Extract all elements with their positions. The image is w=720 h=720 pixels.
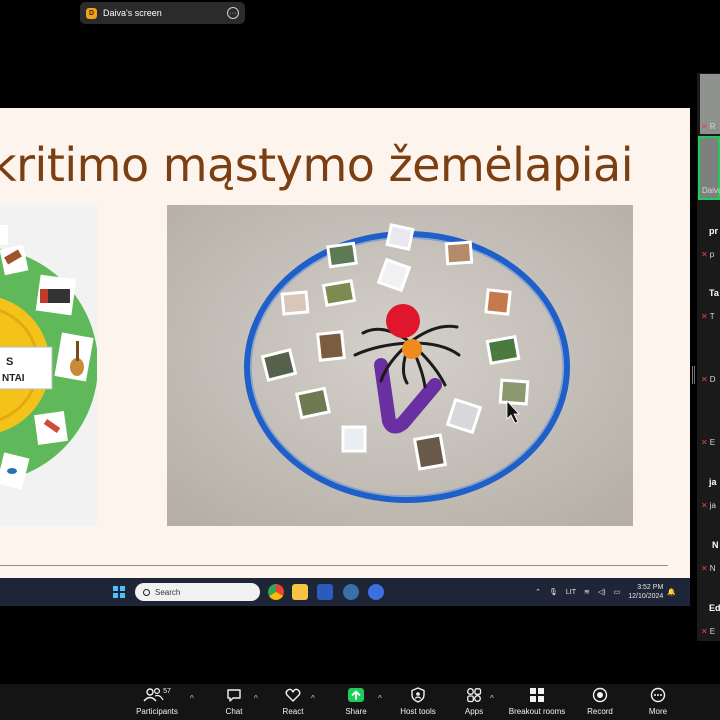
- participant-tile-1-label: ✕ R: [701, 122, 715, 131]
- participants-icon: [143, 687, 164, 702]
- more-button[interactable]: More: [642, 684, 674, 720]
- presenter-label: Daiva's screen: [103, 8, 162, 18]
- record-button[interactable]: Record: [584, 684, 616, 720]
- breakout-rooms-button[interactable]: Breakout rooms: [506, 684, 568, 720]
- left-card-line2: NTAI: [2, 373, 25, 384]
- slide-photo-left: S NTAI: [0, 205, 97, 526]
- participant-label: T: [709, 312, 715, 321]
- taskbar-clock[interactable]: 3:52 PM 12/10/2024: [628, 583, 663, 601]
- participant-label: ja: [709, 501, 716, 510]
- chrome-icon[interactable]: [268, 584, 284, 600]
- muted-mic-icon: ✕: [701, 312, 708, 321]
- participant-tile-6-label: ✕ E: [701, 438, 715, 447]
- share-icon: [348, 688, 364, 702]
- shared-screen: kritimo mąstymo žemėlapiai S NTAI Search…: [0, 108, 690, 606]
- record-icon: [592, 687, 608, 703]
- chat-caret-icon[interactable]: ^: [254, 694, 258, 703]
- participant-label: N: [709, 564, 716, 573]
- participant-name: pr: [709, 226, 718, 236]
- slide-title: kritimo mąstymo žemėlapiai: [0, 138, 634, 192]
- zoom-meeting-window: D Daiva's screen ··· kritimo mąstymo žem…: [0, 0, 720, 720]
- taskbar-time: 3:52 PM: [637, 584, 664, 591]
- more-label: More: [648, 707, 668, 716]
- wifi-icon[interactable]: ≋: [584, 588, 590, 596]
- apps-button[interactable]: Apps: [458, 684, 490, 720]
- host-tools-button[interactable]: Host tools: [396, 684, 440, 720]
- apps-caret-icon[interactable]: ^: [490, 694, 494, 703]
- chat-button[interactable]: Chat: [218, 684, 250, 720]
- slide-photo-thinking-map: [167, 205, 633, 526]
- chat-icon: [227, 689, 241, 702]
- presenter-badge: D: [86, 7, 97, 19]
- chat-label: Chat: [225, 707, 243, 716]
- participant-name: Ta: [709, 288, 719, 298]
- react-label: React: [282, 707, 304, 716]
- participants-button[interactable]: 57 Participants: [134, 684, 180, 720]
- participant-label: p: [709, 250, 715, 259]
- meeting-controls-toolbar: 57 Participants ^ Chat ^ React ^ Share ^…: [0, 684, 720, 720]
- notification-bell-icon[interactable]: 🔔: [667, 588, 676, 596]
- participant-tile-5-label: ✕ D: [701, 375, 715, 384]
- breakout-rooms-label: Breakout rooms: [508, 707, 566, 716]
- participant-tile-9-label: ✕ E: [701, 627, 715, 636]
- apps-label: Apps: [464, 707, 484, 716]
- file-explorer-icon[interactable]: [292, 584, 308, 600]
- remote-taskbar: Search ⌃ 🎙 LIT ≋ ◁) ▭ 3:52 PM 12/10/2024…: [0, 578, 690, 606]
- shield-icon: [411, 687, 425, 703]
- participant-name: Ed: [709, 603, 720, 613]
- muted-mic-icon: ✕: [701, 438, 708, 447]
- host-tools-label: Host tools: [400, 707, 436, 716]
- participant-tile-8-label: ✕ N: [701, 564, 715, 573]
- slide-footer-rule: [0, 565, 668, 566]
- share-label: Share: [345, 707, 367, 716]
- windows-start-icon[interactable]: [113, 586, 125, 598]
- record-label: Record: [587, 707, 613, 716]
- battery-icon[interactable]: ▭: [614, 588, 621, 596]
- word-icon[interactable]: [317, 584, 333, 600]
- participant-label: E: [709, 627, 716, 636]
- language-indicator[interactable]: LIT: [566, 589, 576, 596]
- participant-label: Daiva: [702, 186, 720, 195]
- participant-name: N: [712, 540, 719, 550]
- app-round-icon[interactable]: [368, 584, 384, 600]
- react-caret-icon[interactable]: ^: [311, 694, 315, 703]
- left-card-line1: S: [6, 356, 13, 368]
- react-button[interactable]: React: [277, 684, 309, 720]
- muted-mic-icon: ✕: [701, 564, 708, 573]
- participant-label: E: [709, 438, 716, 447]
- apps-icon: [467, 688, 482, 703]
- app-globe-icon[interactable]: [343, 584, 359, 600]
- participant-label: R: [709, 122, 716, 131]
- gallery-resize-handle[interactable]: [692, 366, 695, 384]
- taskbar-date: 12/10/2024: [628, 593, 664, 600]
- microphone-icon[interactable]: 🎙: [549, 588, 558, 596]
- chevron-up-icon[interactable]: ⌃: [535, 588, 541, 596]
- participant-name: ja: [709, 477, 717, 487]
- system-tray: ⌃ 🎙 LIT ≋ ◁) ▭ 3:52 PM 12/10/2024 🔔: [531, 582, 680, 602]
- share-caret-icon[interactable]: ^: [378, 694, 382, 703]
- taskbar-search[interactable]: Search: [135, 583, 260, 601]
- muted-mic-icon: ✕: [701, 375, 708, 384]
- heart-icon: [285, 688, 301, 702]
- participant-tile-3-label: ✕ p: [701, 250, 714, 259]
- volume-icon[interactable]: ◁): [598, 588, 606, 596]
- muted-mic-icon: ✕: [701, 501, 708, 510]
- more-options-icon[interactable]: ···: [227, 7, 239, 19]
- participant-tile-4-label: ✕ T: [701, 312, 715, 321]
- muted-mic-icon: ✕: [701, 250, 708, 259]
- search-icon: [143, 588, 150, 596]
- more-icon: [650, 687, 666, 703]
- muted-mic-icon: ✕: [701, 627, 708, 636]
- muted-mic-icon: ✕: [701, 122, 708, 131]
- share-button[interactable]: Share: [340, 684, 372, 720]
- screen-share-pill[interactable]: D Daiva's screen ···: [80, 2, 245, 24]
- participants-count: 57: [163, 687, 171, 695]
- participant-tile-7-label: ✕ ja: [701, 501, 716, 510]
- participant-label: D: [709, 375, 716, 384]
- breakout-icon: [530, 688, 544, 702]
- participants-caret-icon[interactable]: ^: [190, 694, 194, 703]
- taskbar-search-placeholder: Search: [155, 587, 181, 597]
- participants-label: Participants: [136, 707, 178, 716]
